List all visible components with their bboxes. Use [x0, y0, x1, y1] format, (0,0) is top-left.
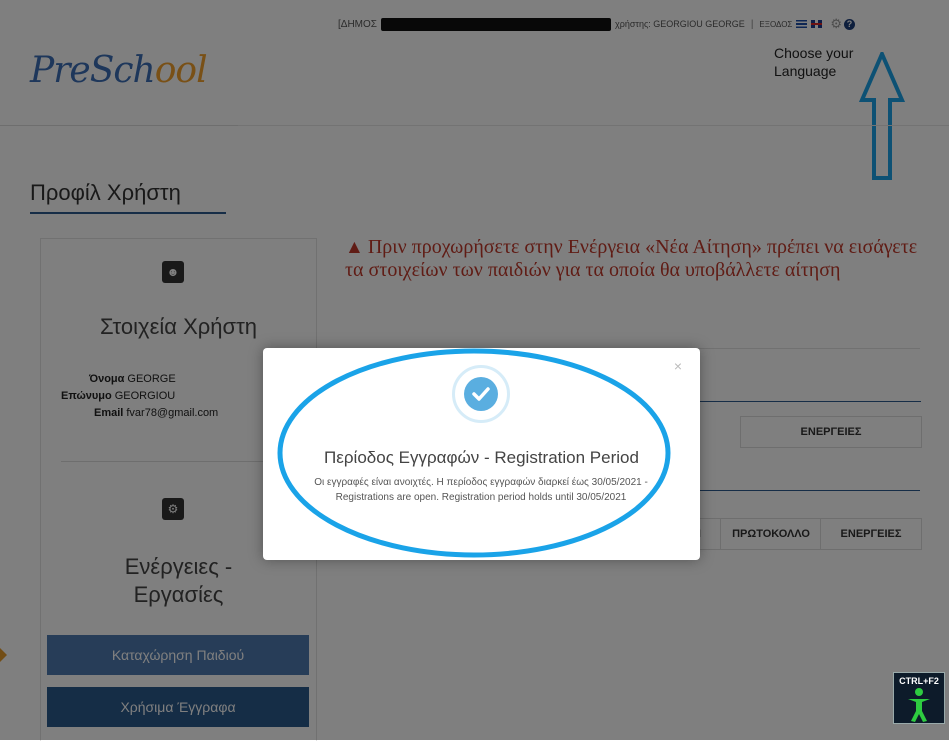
annotation-ellipse: [277, 348, 671, 558]
accessibility-person-icon: [908, 688, 930, 722]
page: [ΔΗΜΟΣ χρήστης: GEORGIOU GEORGE | ΕΞΟΔΟΣ…: [0, 0, 949, 741]
accessibility-shortcut-button[interactable]: CTRL+F2: [893, 672, 945, 724]
close-icon[interactable]: ×: [674, 358, 682, 374]
